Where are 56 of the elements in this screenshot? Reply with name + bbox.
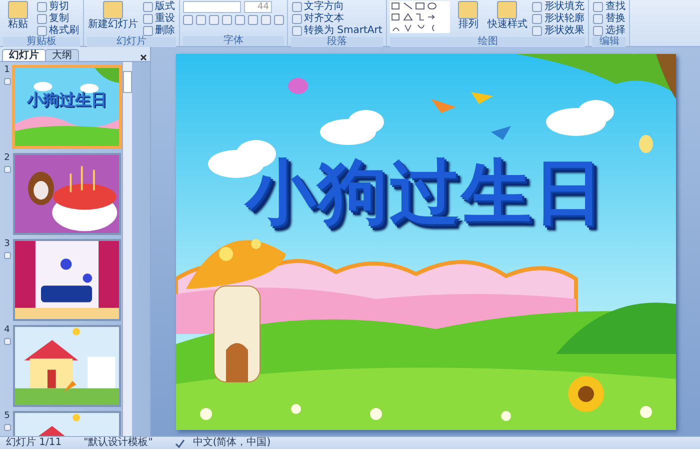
tool-icon <box>103 1 123 19</box>
tool-icon <box>593 26 604 36</box>
ribbon-button[interactable]: 形状效果 <box>531 25 586 37</box>
animation-icon <box>4 166 10 173</box>
group-label: 字体 <box>183 36 284 46</box>
slide-number: 2 <box>4 153 10 163</box>
tool-icon <box>8 1 28 19</box>
tool-icon <box>532 2 542 12</box>
pane-tab[interactable]: 大纲 <box>45 49 79 61</box>
ribbon-button[interactable]: 粘贴 <box>3 1 33 30</box>
tool-icon <box>532 26 542 36</box>
ribbon-button[interactable]: 重设 <box>142 13 176 25</box>
ribbon-button[interactable]: 查找 <box>592 1 626 13</box>
tool-icon <box>593 2 604 12</box>
ribbon-button[interactable]: 文字方向 <box>291 1 384 13</box>
animation-icon <box>4 78 10 85</box>
font-name-field[interactable] <box>183 1 241 13</box>
ribbon-button[interactable]: 选择 <box>592 25 626 37</box>
slide-number: 4 <box>4 325 10 335</box>
slide-number: 5 <box>4 411 10 421</box>
ribbon-button[interactable]: 形状填充 <box>531 1 586 13</box>
ribbon-button[interactable]: 快速样式 <box>486 1 528 30</box>
animation-icon <box>4 424 10 431</box>
shapes-gallery-icon[interactable] <box>390 1 450 33</box>
ribbon-button[interactable]: 形状轮廓 <box>531 13 586 25</box>
spellcheck-icon[interactable] <box>174 438 185 448</box>
ribbon-button[interactable]: 新建幻灯片 <box>87 1 139 30</box>
ribbon-button[interactable]: 复制 <box>36 13 80 25</box>
ribbon-button[interactable]: 排列 <box>453 1 484 30</box>
group-label: 段落 <box>291 37 384 47</box>
tool-icon <box>532 14 542 24</box>
ribbon-button[interactable]: 对齐文本 <box>291 13 384 25</box>
pane-tab[interactable]: 幻灯片 <box>2 49 46 61</box>
theme-name: "默认设计模板" <box>84 437 153 449</box>
slide-title[interactable]: 小狗过生日 <box>246 152 606 232</box>
tool-icon <box>497 1 518 19</box>
ribbon-button[interactable]: 删除 <box>142 25 176 37</box>
language-label[interactable]: 中文(简体，中国) <box>192 437 271 449</box>
group-label: 绘图 <box>390 37 586 47</box>
ribbon-button[interactable]: 格式刷 <box>36 25 80 37</box>
thumbnail-title: 小狗过生日 <box>26 90 108 111</box>
group-label: 幻灯片 <box>87 37 176 47</box>
animation-icon <box>4 338 10 345</box>
ribbon-button[interactable]: 版式 <box>142 1 176 13</box>
group-label: 编辑 <box>592 37 626 47</box>
slide-counter: 幻灯片 1/11 <box>6 437 62 449</box>
ribbon-button[interactable]: 替换 <box>592 13 626 25</box>
ribbon-button[interactable]: 转换为 SmartArt <box>291 25 384 37</box>
tool-icon <box>458 1 478 19</box>
group-label: 剪贴板 <box>3 37 80 47</box>
ribbon-button[interactable]: 剪切 <box>36 1 80 13</box>
slide-number: 3 <box>4 239 10 249</box>
scrollbar[interactable] <box>122 62 132 436</box>
tool-icon <box>593 14 604 24</box>
slide-number: 1 <box>4 65 10 75</box>
animation-icon <box>4 252 10 259</box>
